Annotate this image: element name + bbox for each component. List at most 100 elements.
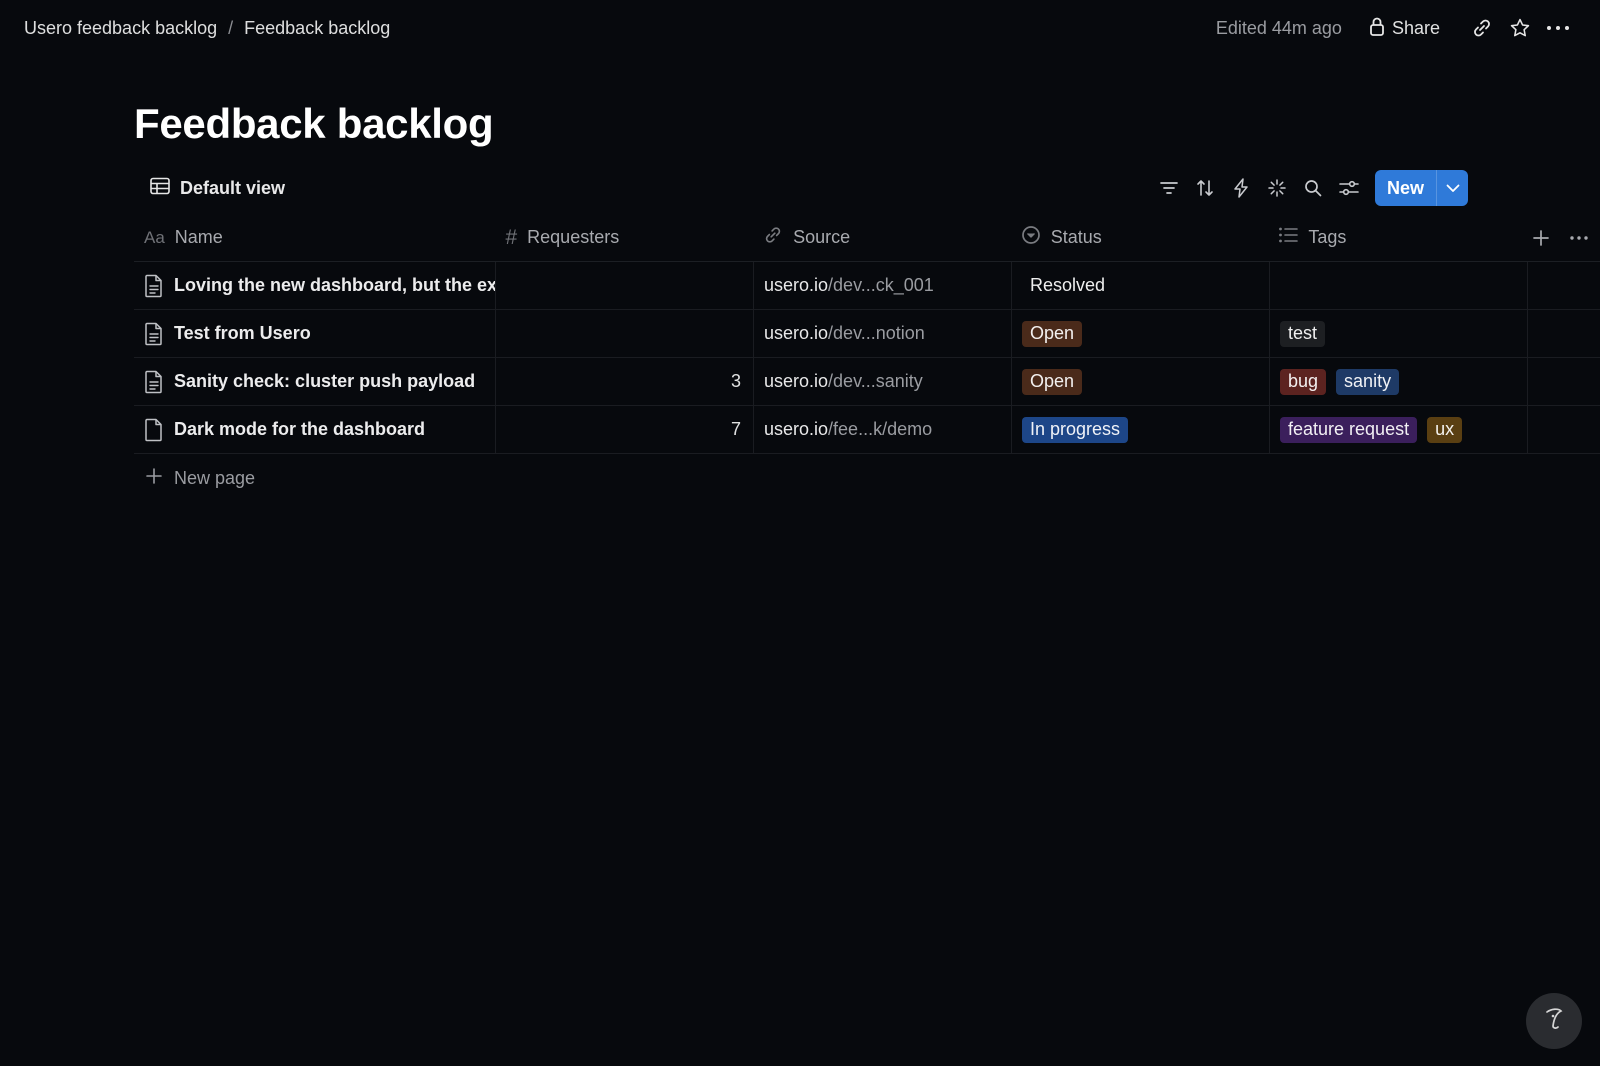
document-icon (144, 370, 164, 394)
row-title: Loving the new dashboard, but the ex (174, 275, 495, 295)
chevron-down-icon[interactable] (1436, 170, 1468, 206)
settings-icon[interactable] (1331, 171, 1367, 205)
breadcrumb: Usero feedback backlog / Feedback backlo… (24, 14, 390, 43)
source-host: usero.io (764, 371, 829, 391)
more-icon[interactable] (1540, 12, 1576, 44)
share-button[interactable]: Share (1368, 16, 1440, 41)
new-page-label: New page (174, 467, 256, 488)
tags-cell[interactable]: bug sanity (1270, 358, 1528, 405)
text-type-icon: Aa (144, 227, 165, 247)
tag-pill[interactable]: bug (1280, 368, 1327, 395)
table-header: Aa Name # Requesters Source Status Tags (134, 214, 1600, 262)
status-badge: Resolved (1030, 275, 1106, 295)
tags-cell[interactable] (1270, 262, 1528, 309)
new-button[interactable]: New (1374, 170, 1468, 206)
status-type-icon (1021, 225, 1041, 250)
source-path: /dev...ck_001 (828, 275, 934, 295)
breadcrumb-page[interactable]: Feedback backlog (244, 14, 390, 43)
table-body: Loving the new dashboard, but the ex use… (134, 262, 1600, 454)
column-header-status[interactable]: Status (1011, 214, 1269, 261)
table-row[interactable]: Sanity check: cluster push payload 3 use… (134, 358, 1600, 406)
requesters-cell[interactable] (496, 310, 754, 357)
tag-pill[interactable]: ux (1427, 416, 1463, 443)
table-row[interactable]: Dark mode for the dashboard 7 usero.io/f… (134, 406, 1600, 454)
column-label: Name (174, 227, 223, 247)
column-label: Tags (1308, 227, 1347, 247)
column-label: Status (1050, 227, 1102, 247)
status-cell[interactable]: Open (1012, 358, 1270, 405)
source-cell[interactable]: usero.io/dev...notion (754, 310, 1012, 357)
link-icon[interactable] (1464, 12, 1500, 44)
tags-cell[interactable]: feature request ux (1270, 406, 1528, 453)
filter-icon[interactable] (1151, 171, 1187, 205)
source-cell[interactable]: usero.io/fee...k/demo (754, 406, 1012, 453)
tags-cell[interactable]: test (1270, 310, 1528, 357)
column-header-tags[interactable]: Tags (1268, 214, 1526, 261)
column-header-name[interactable]: Aa Name (134, 214, 495, 261)
row-title-cell[interactable]: Loving the new dashboard, but the ex (134, 262, 496, 309)
row-title-cell[interactable]: Sanity check: cluster push payload (134, 358, 496, 405)
breadcrumb-separator: / (228, 17, 234, 38)
status-badge: Open (1022, 368, 1083, 395)
source-cell[interactable]: usero.io/dev...ck_001 (754, 262, 1012, 309)
view-bar: Default view New (134, 168, 1468, 208)
url-type-icon (763, 225, 783, 250)
status-badge: In progress (1022, 416, 1129, 443)
source-path: /dev...notion (828, 323, 925, 343)
ai-sparkle-icon[interactable] (1259, 171, 1295, 205)
top-actions: Edited 44m ago Share (1216, 12, 1576, 44)
page-icon (144, 418, 164, 442)
number-type-icon: # (505, 225, 518, 249)
column-header-source[interactable]: Source (753, 214, 1011, 261)
table-row[interactable]: Test from Usero usero.io/dev...notion Op… (134, 310, 1600, 358)
database-table: Aa Name # Requesters Source Status Tags … (134, 214, 1600, 502)
document-icon (144, 322, 164, 346)
new-button-label: New (1386, 177, 1424, 198)
row-title: Dark mode for the dashboard (174, 419, 426, 439)
row-spacer (1528, 406, 1600, 453)
plus-icon (146, 467, 162, 489)
sort-icon[interactable] (1187, 171, 1223, 205)
status-cell[interactable]: Resolved (1012, 262, 1270, 309)
tag-pill[interactable]: test (1280, 320, 1326, 347)
help-button[interactable] (1526, 993, 1582, 1049)
status-cell[interactable]: In progress (1012, 406, 1270, 453)
new-page-button[interactable]: New page (134, 454, 1600, 502)
automation-icon[interactable] (1223, 171, 1259, 205)
requesters-cell[interactable]: 7 (496, 406, 754, 453)
table-icon (150, 177, 170, 200)
edited-timestamp: Edited 44m ago (1215, 17, 1342, 38)
requesters-count: 3 (730, 371, 741, 391)
view-tools: New (1151, 170, 1468, 206)
column-header-requesters[interactable]: # Requesters (495, 214, 753, 261)
row-title: Sanity check: cluster push payload (174, 371, 476, 391)
row-spacer (1528, 262, 1600, 309)
page-title: Feedback backlog (134, 100, 494, 147)
breadcrumb-workspace[interactable]: Usero feedback backlog (24, 14, 217, 43)
more-icon[interactable] (1564, 223, 1594, 253)
row-title-cell[interactable]: Dark mode for the dashboard (134, 406, 496, 453)
tag-pill[interactable]: feature request (1280, 416, 1418, 443)
search-icon[interactable] (1295, 171, 1331, 205)
status-badge: Open (1022, 320, 1083, 347)
requesters-cell[interactable]: 3 (496, 358, 754, 405)
multi-select-type-icon (1278, 226, 1299, 249)
source-path: /fee...k/demo (828, 419, 933, 439)
tag-pill[interactable]: sanity (1336, 368, 1400, 395)
status-cell[interactable]: Open (1012, 310, 1270, 357)
row-title-cell[interactable]: Test from Usero (134, 310, 496, 357)
row-spacer (1528, 310, 1600, 357)
column-label: Source (793, 227, 851, 247)
view-tab-label: Default view (180, 177, 286, 198)
source-host: usero.io (764, 323, 829, 343)
lock-icon (1368, 16, 1386, 41)
add-column-icon[interactable] (1526, 223, 1556, 253)
view-tab-default[interactable]: Default view (134, 171, 301, 206)
requesters-cell[interactable] (496, 262, 754, 309)
table-row[interactable]: Loving the new dashboard, but the ex use… (134, 262, 1600, 310)
star-icon[interactable] (1502, 12, 1538, 44)
requesters-count: 7 (730, 419, 741, 439)
source-cell[interactable]: usero.io/dev...sanity (754, 358, 1012, 405)
source-host: usero.io (764, 275, 829, 295)
row-spacer (1528, 358, 1600, 405)
